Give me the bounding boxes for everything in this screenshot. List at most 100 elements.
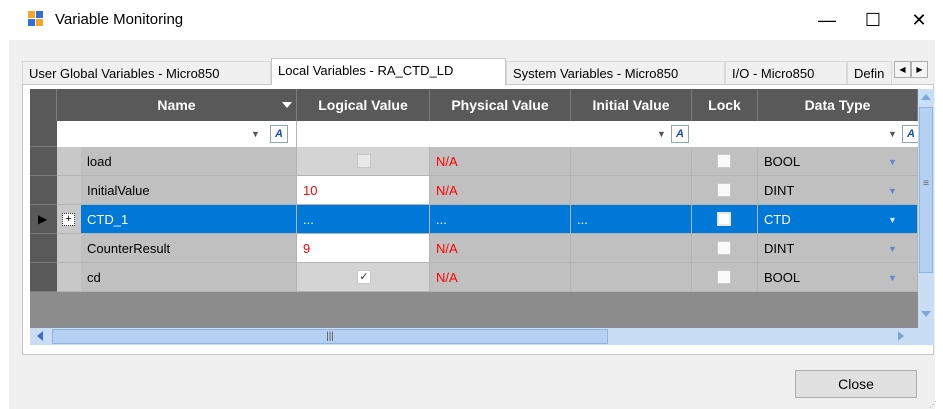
tab-definitions[interactable]: Defin <box>847 61 892 84</box>
lock-cell[interactable] <box>692 176 758 205</box>
data-type-cell[interactable]: BOOL ▼ <box>758 147 918 176</box>
chevron-down-icon[interactable]: ▼ <box>888 273 897 283</box>
logical-value-checkbox[interactable] <box>357 154 371 168</box>
column-header-logical-value[interactable]: Logical Value <box>297 89 430 121</box>
data-type-cell[interactable]: DINT ▼ <box>758 234 918 263</box>
row-expander-cell[interactable]: + <box>57 205 81 234</box>
lock-cell[interactable] <box>692 234 758 263</box>
physical-value-cell: N/A <box>430 176 571 205</box>
row-expander-cell <box>57 263 81 292</box>
initial-value-filter-cell[interactable]: ▼ A <box>571 121 692 147</box>
lock-cell[interactable] <box>692 263 758 292</box>
horizontal-scrollbar[interactable]: ||| <box>30 328 918 345</box>
chevron-down-icon[interactable]: ▼ <box>888 157 897 167</box>
logical-value-cell[interactable]: ✓ <box>297 263 430 292</box>
lock-checkbox[interactable] <box>717 154 731 168</box>
initial-value-cell[interactable]: ... <box>571 205 692 234</box>
column-header-physical-value[interactable]: Physical Value <box>430 89 571 121</box>
filter-funnel-icon[interactable]: A <box>270 125 288 143</box>
close-window-button[interactable]: ✕ <box>896 0 942 40</box>
data-type-value: DINT <box>764 183 795 198</box>
initial-value-cell[interactable] <box>571 263 692 292</box>
tab-local-variables[interactable]: Local Variables - RA_CTD_LD <box>271 58 506 85</box>
lock-cell[interactable] <box>692 205 758 234</box>
tab-scroll-left-button[interactable]: ◀ <box>894 61 911 78</box>
chevron-down-icon[interactable]: ▼ <box>888 244 897 254</box>
column-header-lock[interactable]: Lock <box>692 89 758 121</box>
column-header-name[interactable]: Name <box>57 89 297 121</box>
column-header-name-label: Name <box>157 97 196 113</box>
chevron-down-icon[interactable]: ▼ <box>888 215 897 225</box>
column-header-initial-value[interactable]: Initial Value <box>571 89 692 121</box>
row-expander-cell <box>57 147 81 176</box>
expand-plus-icon[interactable]: + <box>62 213 75 226</box>
column-header-data-type[interactable]: Data Type <box>758 89 918 121</box>
logical-value-cell[interactable] <box>297 147 430 176</box>
minimize-button[interactable]: — <box>804 0 850 40</box>
data-type-value: BOOL <box>764 154 801 169</box>
tab-scroll-right-button[interactable]: ▶ <box>911 61 928 78</box>
tab-io[interactable]: I/O - Micro850 <box>725 61 847 84</box>
name-cell[interactable]: CTD_1 <box>81 205 297 234</box>
tab-user-global-variables[interactable]: User Global Variables - Micro850 <box>22 61 271 84</box>
grid-corner <box>30 89 57 121</box>
filter-dropdown-icon[interactable]: ▼ <box>657 129 666 139</box>
row-header[interactable] <box>30 263 57 292</box>
scroll-down-icon[interactable] <box>921 311 931 317</box>
filter-funnel-icon[interactable]: A <box>671 125 689 143</box>
row-header[interactable] <box>30 147 57 176</box>
lock-checkbox[interactable] <box>717 183 731 197</box>
data-type-cell[interactable]: CTD ▼ <box>758 205 918 234</box>
data-type-cell[interactable]: DINT ▼ <box>758 176 918 205</box>
window-title: Variable Monitoring <box>55 11 184 28</box>
row-header[interactable] <box>30 176 57 205</box>
row-header[interactable]: ▶ <box>30 205 57 234</box>
resize-grip-icon[interactable]: ⋰ <box>929 400 937 409</box>
data-type-cell[interactable]: BOOL ▼ <box>758 263 918 292</box>
row-expander-cell <box>57 176 81 205</box>
data-type-value: CTD <box>764 212 791 227</box>
name-cell[interactable]: CounterResult <box>81 234 297 263</box>
initial-value-cell[interactable] <box>571 147 692 176</box>
name-filter-cell[interactable]: ▼ A <box>57 121 297 147</box>
scroll-right-icon[interactable] <box>898 331 904 341</box>
lock-checkbox[interactable] <box>717 270 731 284</box>
tab-strip: User Global Variables - Micro850 Local V… <box>22 58 928 85</box>
row-expander-cell <box>57 234 81 263</box>
data-type-filter-cell[interactable]: ▼ A <box>758 121 918 147</box>
variables-grid: Name Logical Value Physical Value Initia… <box>30 89 918 345</box>
logical-value-cell[interactable]: ... <box>297 205 430 234</box>
physical-value-cell: ... <box>430 205 571 234</box>
initial-value-cell[interactable] <box>571 234 692 263</box>
logical-value-cell[interactable]: 10 <box>297 176 430 205</box>
physical-value-cell: N/A <box>430 147 571 176</box>
filter-row-header <box>30 121 57 147</box>
data-type-value: DINT <box>764 241 795 256</box>
name-cell[interactable]: InitialValue <box>81 176 297 205</box>
title-bar: Variable Monitoring — ☐ ✕ <box>0 0 943 40</box>
vertical-scroll-thumb[interactable]: ≡ <box>919 107 933 273</box>
lock-checkbox[interactable] <box>717 212 731 226</box>
initial-value-cell[interactable] <box>571 176 692 205</box>
chevron-down-icon[interactable]: ▼ <box>888 186 897 196</box>
physical-value-cell: N/A <box>430 263 571 292</box>
filter-dropdown-icon[interactable]: ▼ <box>888 129 897 139</box>
row-header[interactable] <box>30 234 57 263</box>
app-icon <box>28 11 44 27</box>
lock-checkbox[interactable] <box>717 241 731 255</box>
horizontal-scroll-thumb[interactable]: ||| <box>52 329 608 344</box>
scroll-left-icon[interactable] <box>37 331 43 341</box>
vertical-scrollbar[interactable]: ≡ <box>918 89 934 345</box>
tab-system-variables[interactable]: System Variables - Micro850 <box>506 61 725 84</box>
close-button[interactable]: Close <box>795 370 917 398</box>
logical-value-cell[interactable]: 9 <box>297 234 430 263</box>
name-cell[interactable]: load <box>81 147 297 176</box>
name-cell[interactable]: cd <box>81 263 297 292</box>
checkmark-icon[interactable]: ✓ <box>357 270 371 284</box>
filter-dropdown-icon[interactable]: ▼ <box>251 129 260 139</box>
scroll-up-icon[interactable] <box>921 94 931 100</box>
lock-cell[interactable] <box>692 147 758 176</box>
maximize-button[interactable]: ☐ <box>850 0 896 40</box>
data-type-value: BOOL <box>764 270 801 285</box>
filter-funnel-icon[interactable]: A <box>902 125 918 143</box>
